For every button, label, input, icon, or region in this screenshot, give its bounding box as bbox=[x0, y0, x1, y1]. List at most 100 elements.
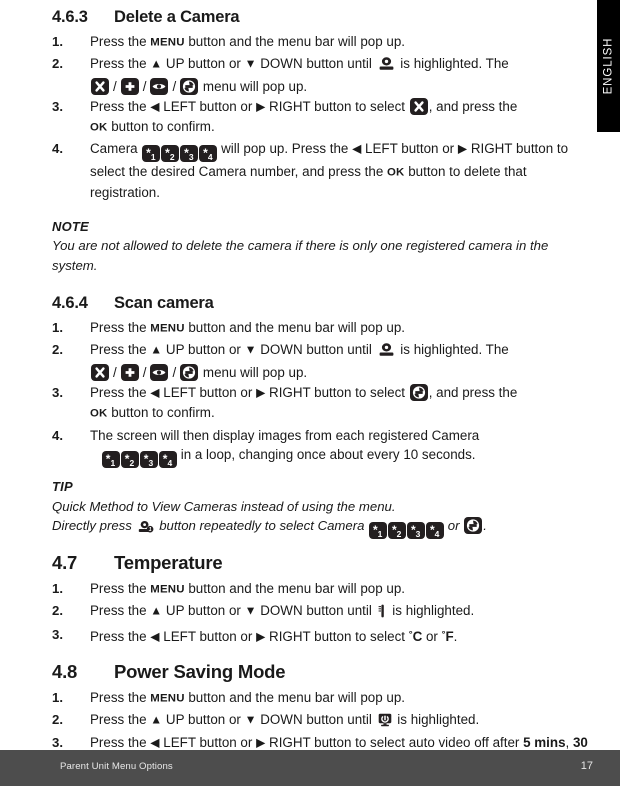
step-text: will pop up. Press the bbox=[217, 141, 353, 157]
step-text: button to confirm. bbox=[107, 119, 215, 135]
camera-badge-4: *4 bbox=[425, 522, 444, 540]
left-triangle-icon: ◀ bbox=[150, 629, 160, 644]
camera-badge-1: *1 bbox=[368, 522, 387, 540]
celsius-unit: °C bbox=[408, 628, 423, 644]
tip-line-2: Directly press 1 button repeatedly to se… bbox=[52, 516, 590, 540]
x-chip-icon bbox=[91, 77, 109, 95]
step-item: 3. Press the ◀ LEFT button or ▶ RIGHT but… bbox=[52, 383, 590, 424]
step-item: 2. Press the ▲ UP button or ▼ DOWN button… bbox=[52, 601, 590, 624]
step-text: Press the bbox=[90, 735, 151, 751]
heading-number: 4.8 bbox=[52, 660, 78, 682]
step-text: LEFT button or bbox=[163, 628, 257, 644]
down-triangle-icon: ▼ bbox=[244, 342, 257, 357]
step-text: is highlighted. bbox=[388, 603, 475, 619]
ok-key-label: OK bbox=[387, 166, 405, 179]
heading-title: Scan camera bbox=[114, 294, 214, 313]
step-text: menu will pop up. bbox=[199, 364, 308, 380]
camera-one-icon: 1 bbox=[138, 519, 154, 539]
up-triangle-icon: ▲ bbox=[150, 342, 163, 357]
menu-key-label: MENU bbox=[150, 322, 185, 335]
step-item: 1. Press the MENU button and the menu bar… bbox=[52, 688, 590, 709]
tip-title: TIP bbox=[52, 479, 73, 495]
step-text: RIGHT button to select bbox=[269, 385, 409, 401]
camera-icon bbox=[378, 343, 395, 363]
step-text: is highlighted. bbox=[393, 711, 480, 727]
note-title: NOTE bbox=[52, 218, 89, 234]
step-item: 1. Press the MENU button and the menu bar… bbox=[52, 579, 590, 600]
page-content: 4.6.3 Delete a Camera 1. Press the MENU b… bbox=[52, 8, 590, 774]
step-item: 2. Press the ▲ UP button or ▼ DOWN button… bbox=[52, 54, 590, 96]
step-marker: 3. bbox=[52, 385, 63, 401]
step-marker: 1. bbox=[52, 320, 63, 336]
heading-4-7: 4.7 Temperature bbox=[52, 552, 590, 574]
camera-badge-4: *4 bbox=[198, 145, 217, 163]
right-triangle-icon: ▶ bbox=[256, 99, 266, 114]
right-triangle-icon: ▶ bbox=[256, 735, 266, 750]
plus-chip-icon bbox=[120, 77, 139, 95]
step-text: button and the menu bar will pop up. bbox=[184, 689, 405, 705]
heading-title: Delete a Camera bbox=[114, 8, 240, 26]
menu-key-label: MENU bbox=[150, 583, 185, 596]
steps-4-6-4: 1. Press the MENU button and the menu bar… bbox=[52, 318, 590, 469]
monitor-power-icon bbox=[378, 713, 392, 733]
left-triangle-icon: ◀ bbox=[352, 141, 362, 156]
step-marker: 2. bbox=[52, 603, 63, 619]
step-text: . bbox=[453, 628, 458, 644]
down-triangle-icon: ▼ bbox=[244, 603, 257, 618]
step-text: LEFT button or bbox=[163, 735, 257, 751]
step-item: 1. Press the MENU button and the menu bar… bbox=[52, 32, 590, 53]
ok-key-label: OK bbox=[90, 121, 108, 134]
step-text: Press the bbox=[90, 689, 151, 705]
step-text: DOWN button until bbox=[260, 603, 376, 619]
up-triangle-icon: ▲ bbox=[150, 712, 163, 727]
step-marker: 1. bbox=[52, 34, 63, 49]
step-text: Press the bbox=[90, 34, 151, 49]
eye-chip-icon bbox=[150, 363, 169, 381]
camera-badge-3: *3 bbox=[406, 522, 425, 540]
note-block: NOTE You are not allowed to delete the c… bbox=[52, 217, 590, 276]
step-text: Press the bbox=[90, 342, 151, 358]
step-text: RIGHT button to select bbox=[269, 628, 409, 644]
step-text: menu will pop up. bbox=[199, 78, 308, 94]
step-marker: 4. bbox=[52, 427, 63, 443]
steps-4-6-3: 1. Press the MENU button and the menu bar… bbox=[52, 32, 590, 203]
step-text: DOWN button until bbox=[260, 342, 376, 358]
step-marker: 2. bbox=[52, 56, 63, 72]
menu-key-label: MENU bbox=[150, 692, 185, 705]
step-text: DOWN button until bbox=[260, 56, 376, 72]
heading-number: 4.6.4 bbox=[52, 294, 88, 313]
camera-badge-3: *3 bbox=[139, 451, 158, 469]
left-triangle-icon: ◀ bbox=[150, 735, 160, 750]
camera-badge-1: *1 bbox=[141, 145, 160, 163]
separator: / bbox=[113, 78, 117, 94]
option-5-mins: 5 mins bbox=[523, 735, 566, 751]
step-item: 4. The screen will then display images fr… bbox=[52, 426, 590, 469]
camera-icon bbox=[378, 57, 395, 77]
step-text: Press the bbox=[90, 628, 151, 644]
step-text: UP button or bbox=[165, 603, 245, 619]
camera-badge-2: *2 bbox=[120, 451, 139, 469]
down-triangle-icon: ▼ bbox=[244, 712, 257, 727]
step-item: 2. Press the ▲ UP button or ▼ DOWN button… bbox=[52, 340, 590, 382]
step-marker: 2. bbox=[52, 342, 63, 358]
language-tab: ENGLISH bbox=[597, 0, 620, 132]
x-chip-icon bbox=[91, 363, 109, 381]
step-text: Press the bbox=[90, 56, 151, 72]
thermometer-icon bbox=[378, 604, 387, 624]
right-triangle-icon: ▶ bbox=[457, 141, 468, 156]
camera-badge-2: *2 bbox=[387, 522, 406, 540]
step-marker: 1. bbox=[52, 689, 63, 705]
step-text: LEFT button or bbox=[163, 385, 257, 401]
page-footer: Parent Unit Menu Options 17 bbox=[0, 750, 620, 786]
separator: / bbox=[113, 364, 117, 380]
step-item: 1. Press the MENU button and the menu bar… bbox=[52, 318, 590, 339]
step-text: in a loop, changing once about every 10 … bbox=[177, 447, 476, 463]
camera-badge-3: *3 bbox=[179, 145, 198, 163]
camera-badge-4: *4 bbox=[158, 451, 177, 469]
step-text: button and the menu bar will pop up. bbox=[184, 320, 405, 336]
heading-4-6-3: 4.6.3 Delete a Camera bbox=[52, 8, 590, 27]
scan-refresh-chip-icon bbox=[180, 363, 199, 381]
step-text: RIGHT button to select bbox=[269, 99, 409, 115]
step-text: Camera bbox=[90, 141, 142, 157]
heading-4-6-4: 4.6.4 Scan camera bbox=[52, 294, 590, 313]
